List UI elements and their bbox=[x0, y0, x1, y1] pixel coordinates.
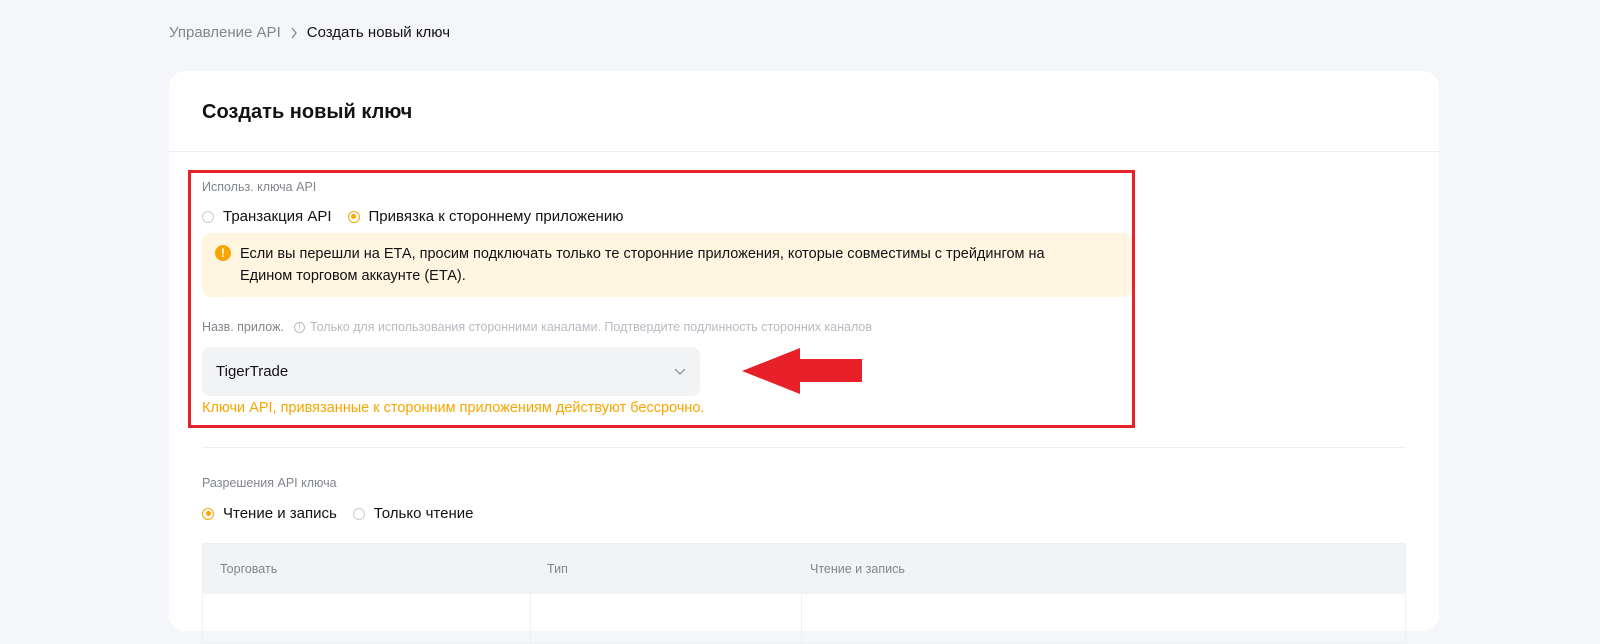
red-arrow-icon bbox=[742, 348, 862, 394]
key-usage-radio-group: Транзакция API Привязка к стороннему при… bbox=[202, 208, 639, 225]
breadcrumb-current: Создать новый ключ bbox=[306, 24, 451, 41]
validity-note: Ключи API, привязанные к сторонним прило… bbox=[202, 400, 705, 416]
radio-read-only-label: Только чтение bbox=[373, 505, 474, 522]
permissions-label: Разрешения API ключа bbox=[202, 476, 337, 490]
radio-api-transaction[interactable]: Транзакция API bbox=[202, 208, 332, 225]
breadcrumb: Управление API Создать новый ключ bbox=[169, 24, 450, 41]
column-header-type: Тип bbox=[547, 562, 568, 576]
radio-read-write-label: Чтение и запись bbox=[223, 505, 337, 522]
info-icon: ! bbox=[293, 321, 305, 333]
table-row bbox=[203, 594, 1405, 644]
page-title: Создать новый ключ bbox=[202, 101, 413, 123]
column-divider bbox=[530, 594, 531, 644]
app-name-hint: Только для использования сторонними кана… bbox=[309, 320, 873, 334]
divider bbox=[169, 151, 1439, 152]
radio-read-write[interactable]: Чтение и запись bbox=[202, 505, 337, 522]
radio-checked-icon bbox=[347, 210, 360, 223]
warning-icon: ! bbox=[215, 245, 231, 261]
app-name-selected-value: TigerTrade bbox=[216, 363, 289, 380]
create-key-card: Создать новый ключ Использ. ключа API Тр… bbox=[169, 71, 1439, 644]
radio-third-party-app[interactable]: Привязка к стороннему приложению bbox=[347, 208, 624, 225]
table-header: Торговать Тип Чтение и запись bbox=[203, 544, 1405, 594]
eta-notice-text: Если вы перешли на ЕТА, просим подключат… bbox=[240, 246, 1045, 284]
column-header-trade: Торговать bbox=[220, 562, 278, 576]
column-divider bbox=[801, 594, 802, 644]
column-header-read-write: Чтение и запись bbox=[810, 562, 905, 576]
radio-unchecked-icon bbox=[352, 507, 365, 520]
divider bbox=[202, 447, 1406, 448]
radio-checked-icon bbox=[202, 507, 214, 520]
breadcrumb-api-management-link[interactable]: Управление API bbox=[169, 24, 281, 41]
permissions-table: Торговать Тип Чтение и запись bbox=[202, 543, 1406, 644]
radio-unchecked-icon bbox=[202, 210, 214, 223]
app-name-label: Назв. прилож. bbox=[202, 320, 284, 334]
app-name-select[interactable]: TigerTrade bbox=[202, 347, 700, 396]
chevron-right-icon bbox=[290, 27, 298, 39]
permissions-radio-group: Чтение и запись Только чтение bbox=[202, 505, 489, 522]
radio-api-transaction-label: Транзакция API bbox=[223, 208, 332, 225]
radio-read-only[interactable]: Только чтение bbox=[352, 505, 474, 522]
radio-third-party-app-label: Привязка к стороннему приложению bbox=[368, 208, 624, 225]
app-name-label-row: Назв. прилож. ! Только для использования… bbox=[202, 320, 872, 334]
key-usage-label: Использ. ключа API bbox=[202, 180, 317, 194]
chevron-down-icon bbox=[674, 363, 686, 380]
eta-notice: ! Если вы перешли на ЕТА, просим подключ… bbox=[202, 233, 1132, 297]
